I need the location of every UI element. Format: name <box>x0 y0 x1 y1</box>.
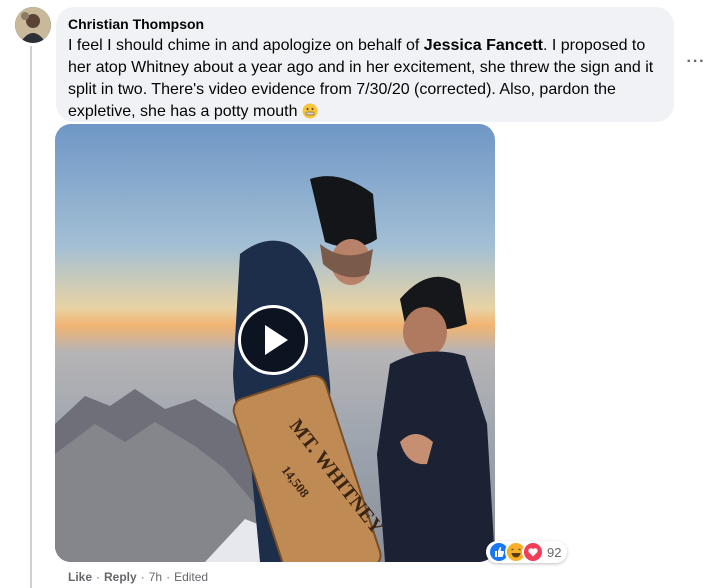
edited-label: Edited <box>174 570 209 584</box>
thread-line <box>30 46 32 588</box>
comment-bubble: Christian Thompson I feel I should chime… <box>56 7 674 122</box>
separator: · <box>166 570 171 584</box>
love-reaction-icon <box>522 541 544 563</box>
comment-text: I feel I should chime in and apologize o… <box>68 35 662 123</box>
reaction-count: 92 <box>547 544 562 560</box>
separator: · <box>140 570 145 584</box>
grimacing-emoji-icon <box>302 103 318 119</box>
timestamp[interactable]: 7h <box>149 569 162 585</box>
play-button[interactable] <box>238 305 308 375</box>
mention-link[interactable]: Jessica Fancett <box>424 37 543 54</box>
video-attachment[interactable]: MT. WHITNEY 14,508 <box>55 124 495 562</box>
play-icon <box>265 325 288 355</box>
reply-link[interactable]: Reply <box>104 569 137 585</box>
avatar-image <box>15 7 51 43</box>
avatar[interactable] <box>15 7 51 43</box>
separator: · <box>96 570 101 584</box>
comment-text-part: I feel I should chime in and apologize o… <box>68 37 424 54</box>
more-options-icon[interactable]: ··· <box>686 52 706 72</box>
like-link[interactable]: Like <box>68 569 92 585</box>
comment-author[interactable]: Christian Thompson <box>68 15 662 33</box>
comment-actions: Like · Reply · 7h · Edited <box>68 569 208 585</box>
reaction-summary[interactable]: 92 <box>486 541 568 563</box>
